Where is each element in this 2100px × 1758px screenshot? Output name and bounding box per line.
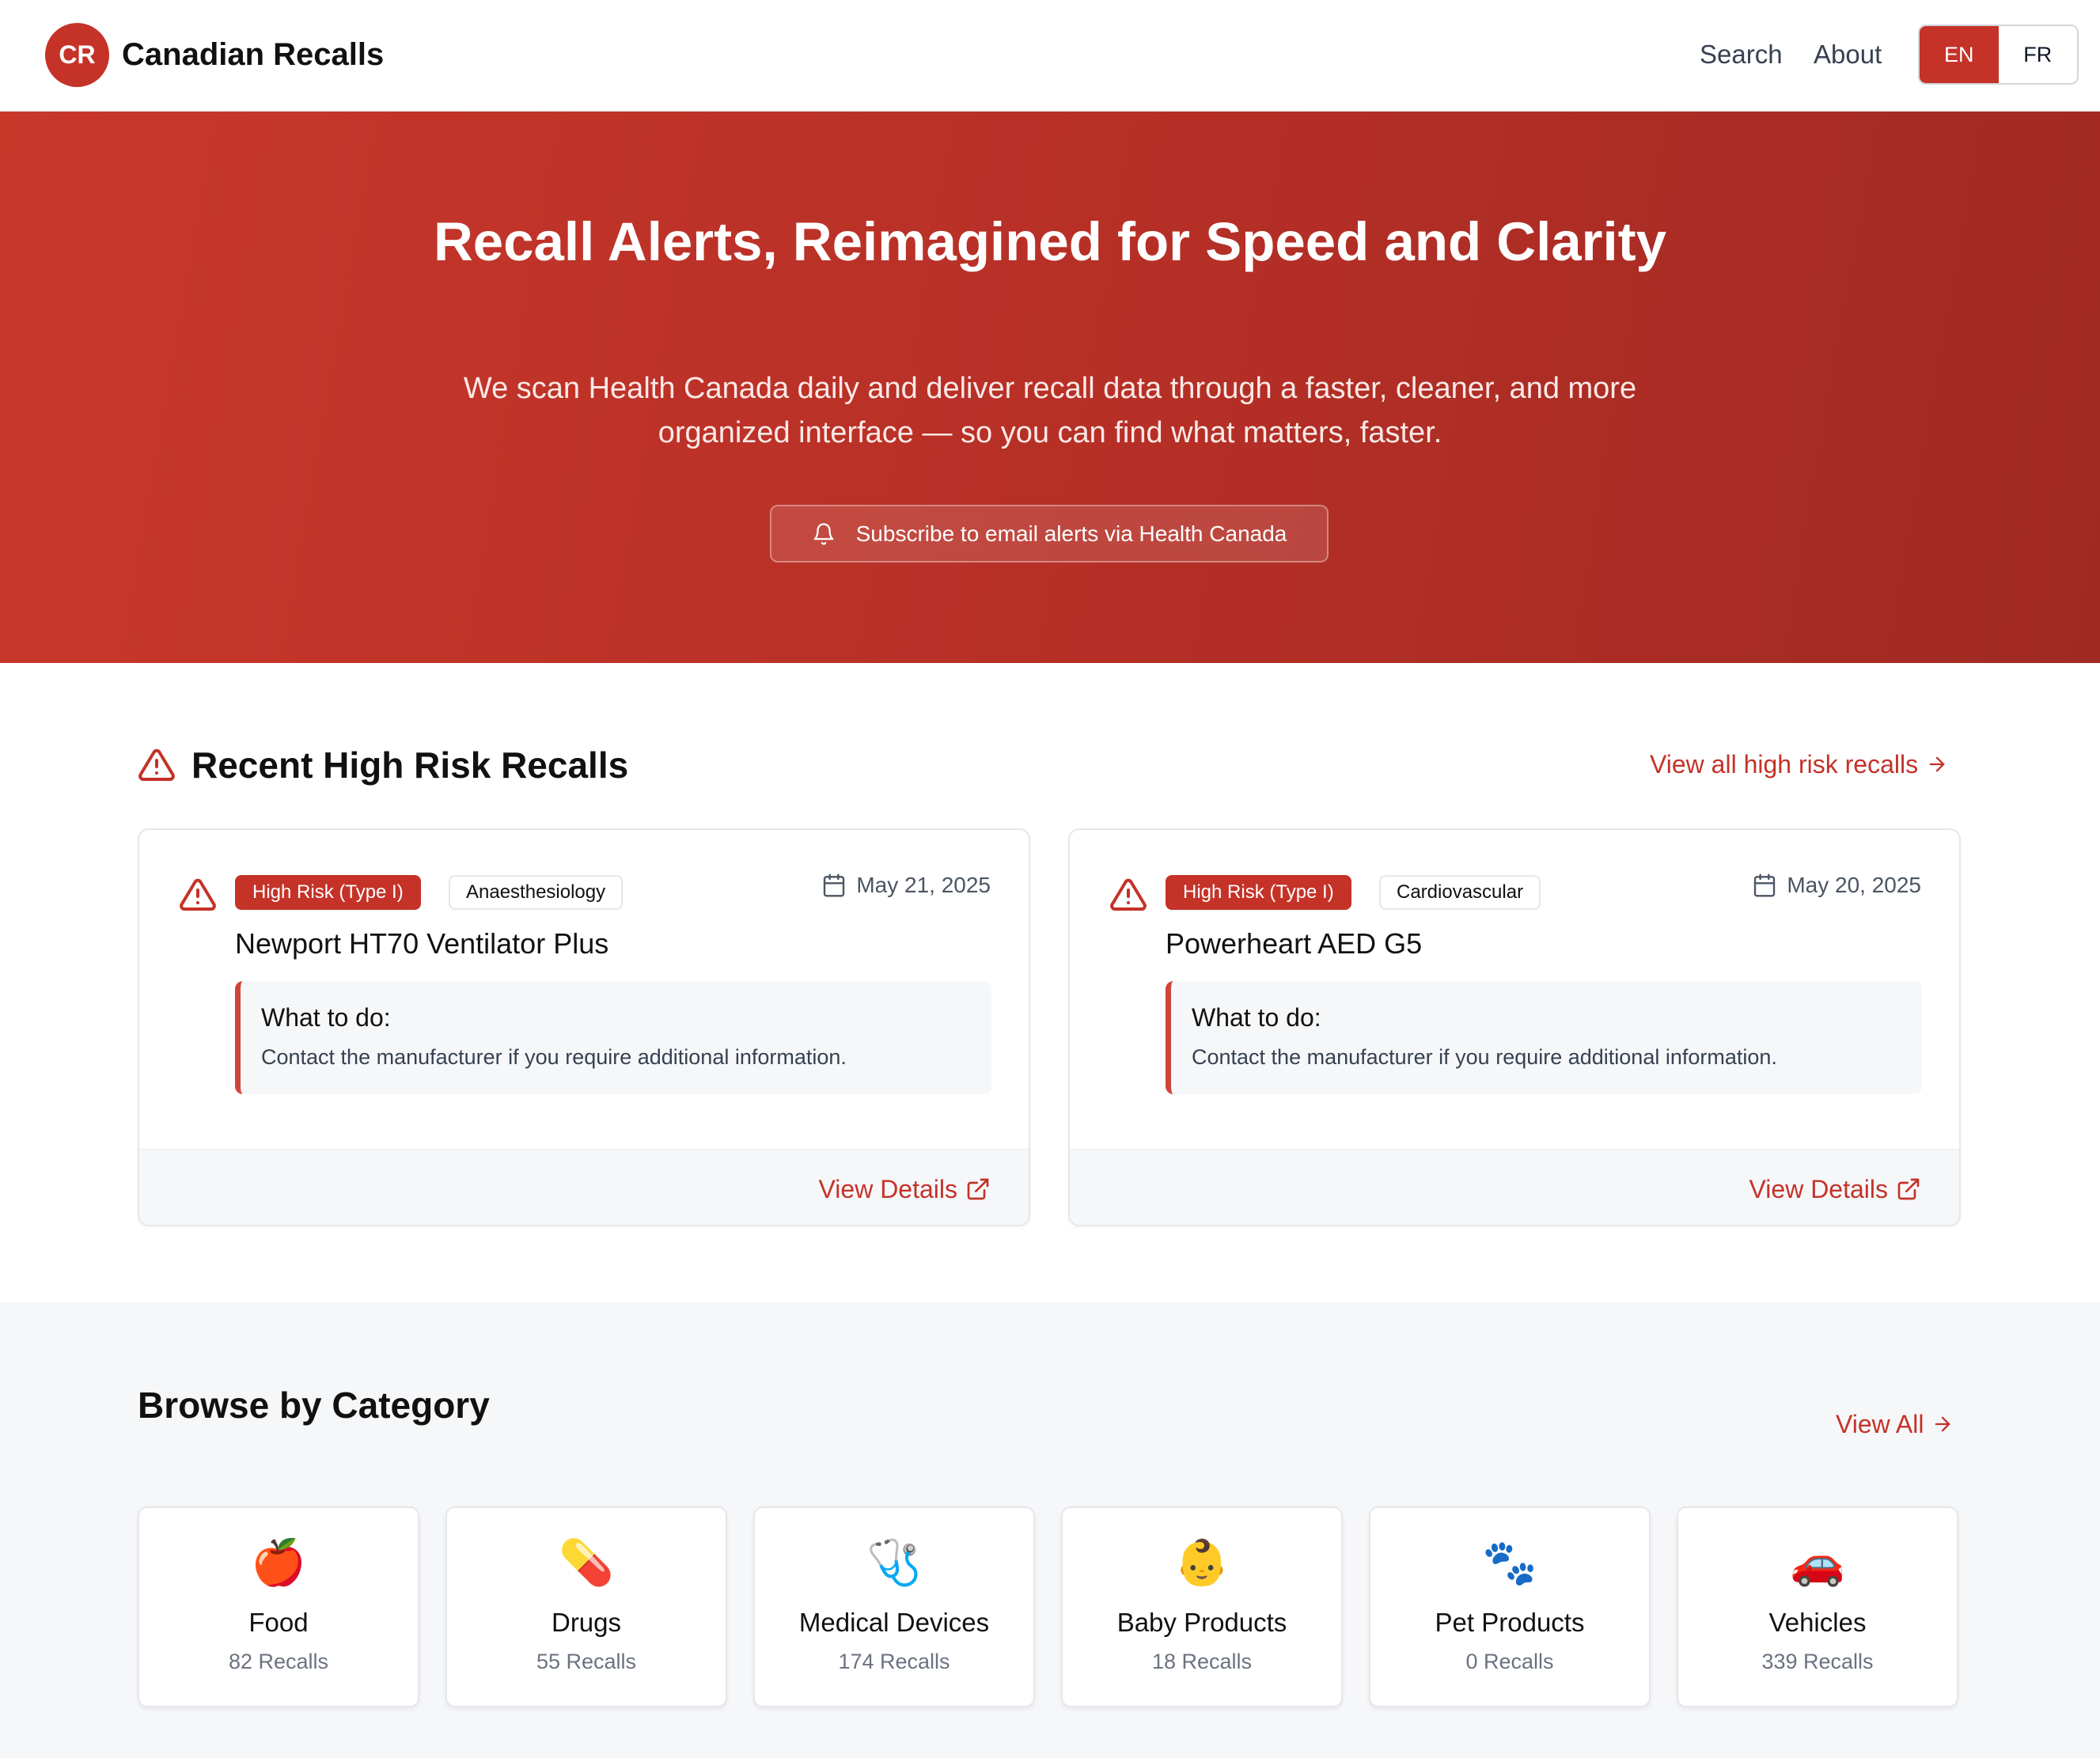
view-all-high-risk-link[interactable]: View all high risk recalls (1650, 747, 1948, 782)
what-to-do-box: What to do: Contact the manufacturer if … (1166, 981, 1922, 1094)
logo-badge[interactable]: CR (45, 23, 109, 87)
calendar-icon (1754, 873, 1776, 897)
lang-en-button[interactable]: EN (1920, 26, 1999, 83)
section-title: Recent High Risk Recalls (191, 744, 629, 786)
recall-date-text: May 21, 2025 (856, 873, 991, 897)
external-link-icon (1897, 1178, 1920, 1200)
what-to-do-text: Contact the manufacturer if you require … (1192, 1045, 1777, 1069)
category-card-baby-products[interactable]: 👶 Baby Products 18 Recalls (1061, 1506, 1343, 1707)
top-header: CR Canadian Recalls Search About EN FR (0, 0, 2100, 112)
hero-banner: Recall Alerts, Reimagined for Speed and … (0, 112, 2100, 663)
baby-icon: 👶 (1174, 1537, 1230, 1587)
recall-card: High Risk (Type I) Anaesthesiology May 2… (138, 828, 1030, 1226)
subscribe-button[interactable]: Subscribe to email alerts via Health Can… (770, 505, 1329, 563)
category-count: 339 Recalls (1761, 1650, 1874, 1673)
category-name: Pet Products (1435, 1608, 1585, 1637)
nav-search-link[interactable]: Search (1700, 38, 1783, 71)
pill-icon: 💊 (559, 1537, 614, 1587)
brand-name[interactable]: Canadian Recalls (122, 35, 384, 74)
category-name: Food (248, 1608, 309, 1637)
what-to-do-box: What to do: Contact the manufacturer if … (235, 981, 991, 1094)
calendar-icon (824, 873, 845, 897)
lang-fr-button[interactable]: FR (1998, 26, 2077, 83)
category-count: 82 Recalls (228, 1650, 329, 1673)
warning-triangle-icon (180, 878, 216, 911)
view-details-label: View Details (1749, 1175, 1888, 1203)
recall-date: May 21, 2025 (821, 870, 991, 901)
category-card-food[interactable]: 🍎 Food 82 Recalls (138, 1506, 419, 1707)
recall-card: High Risk (Type I) Cardiovascular May 20… (1068, 828, 1961, 1226)
category-badge: Anaesthesiology (449, 875, 624, 910)
recent-recalls-heading: Recent High Risk Recalls (138, 741, 628, 789)
categories-title: Browse by Category (138, 1385, 490, 1426)
recall-date-text: May 20, 2025 (1787, 873, 1921, 897)
category-name: Medical Devices (798, 1608, 990, 1637)
category-name: Drugs (551, 1608, 622, 1637)
view-all-categories-label: View All (1836, 1410, 1924, 1438)
warning-triangle-icon (138, 748, 175, 781)
view-details-link[interactable]: View Details (1749, 1172, 1921, 1207)
category-name: Baby Products (1116, 1608, 1287, 1637)
risk-badge: High Risk (Type I) (235, 875, 421, 910)
category-badge: Cardiovascular (1379, 875, 1541, 910)
category-count: 174 Recalls (838, 1650, 950, 1673)
view-all-categories-link[interactable]: View All (1836, 1407, 1954, 1442)
browse-categories-section: Browse by Category View All 🍎 Food 82 Re… (0, 1302, 2100, 1758)
category-card-medical-devices[interactable]: 🩺 Medical Devices 174 Recalls (753, 1506, 1035, 1707)
warning-triangle-icon (1110, 878, 1147, 911)
category-count: 18 Recalls (1151, 1650, 1253, 1673)
product-name[interactable]: Newport HT70 Ventilator Plus (235, 926, 608, 962)
category-count: 0 Recalls (1465, 1650, 1554, 1673)
category-card-vehicles[interactable]: 🚗 Vehicles 339 Recalls (1677, 1506, 1958, 1707)
stethoscope-icon: 🩺 (866, 1537, 922, 1587)
risk-badge: High Risk (Type I) (1166, 875, 1351, 910)
category-card-drugs[interactable]: 💊 Drugs 55 Recalls (445, 1506, 727, 1707)
car-icon: 🚗 (1790, 1537, 1845, 1587)
hero-subtitle: We scan Health Canada daily and deliver … (463, 372, 1637, 449)
nav-about-link[interactable]: About (1814, 38, 1882, 71)
paw-icon: 🐾 (1482, 1537, 1537, 1587)
apple-icon: 🍎 (251, 1537, 306, 1587)
card-footer: View Details (1070, 1149, 1959, 1225)
language-toggle: EN FR (1918, 25, 2079, 85)
view-details-link[interactable]: View Details (819, 1172, 991, 1207)
external-link-icon (967, 1178, 989, 1200)
arrow-right-icon (1935, 1416, 1950, 1432)
what-to-do-title: What to do: (261, 1003, 391, 1032)
category-name: Vehicles (1768, 1608, 1867, 1637)
what-to-do-text: Contact the manufacturer if you require … (261, 1045, 847, 1069)
subscribe-label: Subscribe to email alerts via Health Can… (855, 521, 1287, 546)
recall-date: May 20, 2025 (1752, 870, 1921, 901)
what-to-do-title: What to do: (1192, 1003, 1321, 1032)
arrow-right-icon (1929, 756, 1945, 772)
view-details-label: View Details (818, 1175, 957, 1203)
card-footer: View Details (139, 1149, 1029, 1225)
product-name[interactable]: Powerheart AED G5 (1166, 926, 1422, 962)
hero-title: Recall Alerts, Reimagined for Speed and … (433, 211, 1667, 272)
view-all-high-risk-label: View all high risk recalls (1650, 750, 1919, 779)
category-card-pet-products[interactable]: 🐾 Pet Products 0 Recalls (1369, 1506, 1651, 1707)
bell-icon (813, 522, 833, 545)
category-count: 55 Recalls (536, 1650, 637, 1673)
